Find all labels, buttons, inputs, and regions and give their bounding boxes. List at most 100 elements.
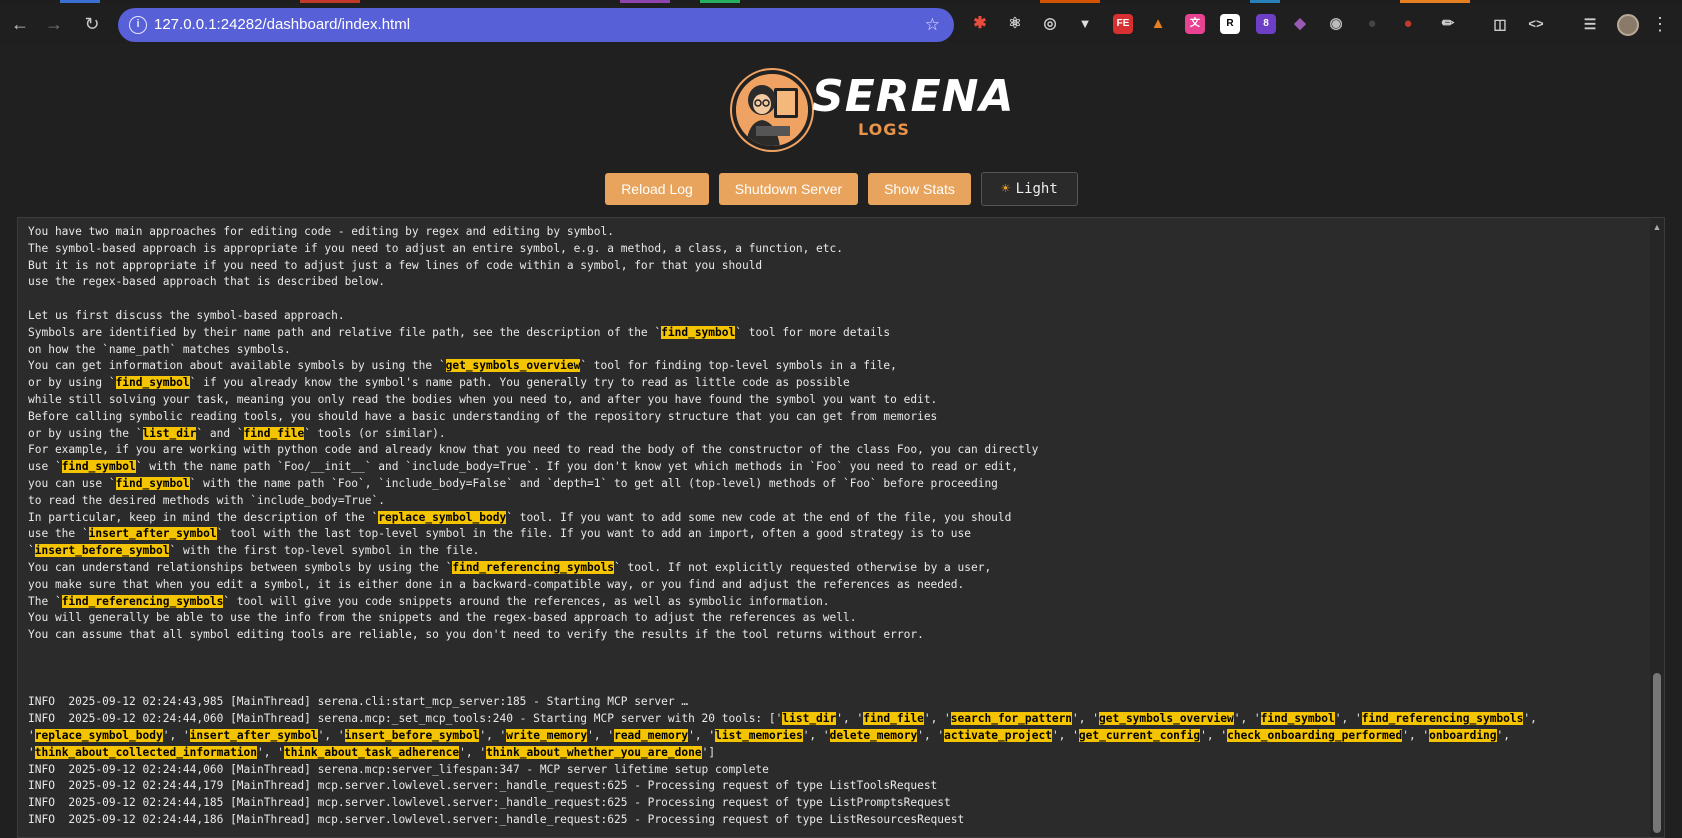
extension-icon-crystal[interactable]: ◆ [1290, 14, 1310, 34]
tool-name-highlight: replace_symbol_body [378, 510, 507, 524]
theme-toggle-label: Light [1015, 181, 1058, 197]
log-line: But it is not appropriate if you need to… [28, 258, 763, 272]
log-line: You can get information about available … [28, 359, 897, 373]
tool-name-highlight: think_about_task_adherence [283, 745, 460, 759]
log-line: use the regex-based approach that is des… [28, 275, 385, 289]
tool-name-highlight: get_symbols_overview [1099, 712, 1234, 726]
tool-name-highlight: list_dir [142, 426, 197, 440]
log-line: you make sure that when you edit a symbo… [28, 577, 965, 591]
tool-name-highlight: insert_before_symbol [34, 544, 170, 558]
log-scrollbar[interactable]: ▲ [1650, 218, 1664, 837]
extension-icon-dark[interactable]: ● [1362, 14, 1382, 34]
browser-toolbar: ← → ↻ i 127.0.0.1:24282/dashboard/index.… [0, 4, 1682, 44]
react-devtools-icon[interactable]: ⚛ [1005, 14, 1025, 34]
side-panel-icon[interactable]: ◫ [1490, 14, 1510, 34]
tool-name-highlight: onboarding [1429, 728, 1497, 742]
tool-name-highlight: insert_after_symbol [189, 728, 318, 742]
tool-name-highlight: think_about_collected_information [34, 745, 258, 759]
tool-name-highlight: find_symbol [115, 376, 190, 390]
log-line: while still solving your task, meaning y… [28, 392, 938, 406]
browser-menu-icon[interactable]: ⋮ [1650, 12, 1670, 36]
site-info-icon[interactable]: i [129, 16, 147, 34]
tool-name-highlight: find_file [243, 426, 305, 440]
log-line: For example, if you are working with pyt… [28, 443, 1039, 457]
log-line: INFO 2025-09-12 02:24:43,985 [MainThread… [28, 695, 689, 709]
back-icon[interactable]: ← [8, 12, 32, 36]
tool-name-highlight: find_referencing_symbols [61, 594, 224, 608]
log-line: `insert_before_symbol` with the first to… [28, 544, 480, 558]
logo-subtitle: LOGS [858, 120, 910, 139]
tool-name-highlight: replace_symbol_body [34, 728, 163, 742]
reading-list-icon[interactable]: ☰ [1580, 14, 1600, 34]
log-line: or by using `find_symbol` if you already… [28, 376, 850, 390]
log-line: The symbol-based approach is appropriate… [28, 241, 843, 255]
shutdown-server-button[interactable]: Shutdown Server [719, 173, 858, 205]
log-line: 'replace_symbol_body', 'insert_after_sym… [28, 728, 1511, 742]
tool-name-highlight: write_memory [506, 728, 588, 742]
log-line: You have two main approaches for editing… [28, 225, 614, 238]
extension-icon-red[interactable]: ● [1398, 14, 1418, 34]
reload-log-button[interactable]: Reload Log [605, 173, 709, 205]
extension-icon-1[interactable]: ✱ [970, 14, 990, 34]
log-line: You will generally be able to use the in… [28, 611, 857, 625]
tool-name-highlight: search_for_pattern [950, 712, 1073, 726]
log-line: INFO 2025-09-12 02:24:44,185 [MainThread… [28, 796, 951, 810]
serena-logo: SERENA LOGS [732, 70, 1014, 150]
extension-icon-r[interactable]: R [1220, 14, 1240, 34]
vue-devtools-icon[interactable]: ▼ [1075, 14, 1095, 34]
tool-name-highlight: list_memories [715, 728, 803, 742]
sun-icon: ☀ [1001, 181, 1010, 197]
extension-icon-translate[interactable]: 文 [1185, 14, 1205, 34]
scrollbar-thumb[interactable] [1653, 673, 1661, 833]
address-bar[interactable]: i 127.0.0.1:24282/dashboard/index.html ☆ [118, 8, 954, 42]
devtools-code-icon[interactable]: <> [1526, 14, 1546, 34]
log-line: INFO 2025-09-12 02:24:44,179 [MainThread… [28, 779, 938, 793]
log-line: use `find_symbol` with the name path `Fo… [28, 460, 1019, 474]
tool-name-highlight: find_file [863, 712, 924, 726]
log-panel[interactable]: You have two main approaches for editing… [17, 217, 1665, 838]
log-line: The `find_referencing_symbols` tool will… [28, 594, 830, 608]
controls-bar: Reload Log Shutdown Server Show Stats ☀ L… [0, 172, 1682, 207]
tool-name-highlight: delete_memory [829, 728, 918, 742]
extension-icon-house[interactable]: ▲ [1148, 14, 1168, 34]
scroll-up-arrow-icon[interactable]: ▲ [1650, 222, 1664, 232]
logo-title: SERENA [812, 71, 1015, 122]
tool-name-highlight: find_symbol [661, 325, 736, 339]
log-line: INFO 2025-09-12 02:24:44,186 [MainThread… [28, 812, 965, 826]
tool-name-highlight: insert_after_symbol [88, 527, 217, 541]
log-line: Let us first discuss the symbol-based ap… [28, 308, 345, 322]
log-line: or by using the `list_dir` and `find_fil… [28, 426, 446, 440]
tool-name-highlight: find_referencing_symbols [452, 560, 614, 574]
log-line: INFO 2025-09-12 02:24:44,060 [MainThread… [28, 762, 769, 776]
extension-icon-target[interactable]: ◎ [1040, 14, 1060, 34]
log-line: In particular, keep in mind the descript… [28, 510, 1012, 524]
tool-name-highlight: find_referencing_symbols [1361, 712, 1524, 726]
tool-name-highlight: think_about_whether_you_are_done [486, 745, 702, 759]
log-line: 'think_about_collected_information', 'th… [28, 745, 716, 759]
theme-toggle-button[interactable]: ☀ Light [981, 172, 1078, 206]
address-url[interactable]: 127.0.0.1:24282/dashboard/index.html [154, 8, 410, 42]
bookmark-star-icon[interactable]: ☆ [925, 8, 940, 42]
forward-icon[interactable]: → [42, 12, 66, 36]
tool-name-highlight: read_memory [614, 728, 689, 742]
extension-icon-fe[interactable]: FE [1113, 14, 1133, 34]
tool-name-highlight: check_onboarding_performed [1227, 728, 1403, 742]
reload-icon[interactable]: ↻ [80, 12, 104, 36]
log-line: You can assume that all symbol editing t… [28, 628, 924, 642]
log-line: you can use `find_symbol` with the name … [28, 476, 998, 490]
extension-icon-circle[interactable]: ◉ [1326, 14, 1346, 34]
show-stats-button[interactable]: Show Stats [868, 173, 971, 205]
tool-name-highlight: get_current_config [1078, 728, 1201, 742]
profile-avatar[interactable] [1617, 14, 1639, 36]
tool-name-highlight: find_symbol [61, 460, 136, 474]
tool-name-highlight: find_symbol [115, 476, 190, 490]
logo-avatar-icon [732, 70, 812, 150]
extensions-puzzle-icon[interactable]: ✏ [1438, 14, 1458, 34]
extension-icon-badge[interactable]: 8 [1256, 14, 1276, 34]
log-line: use the `insert_after_symbol` tool with … [28, 527, 971, 541]
log-line: INFO 2025-09-12 02:24:44,060 [MainThread… [28, 712, 1537, 726]
